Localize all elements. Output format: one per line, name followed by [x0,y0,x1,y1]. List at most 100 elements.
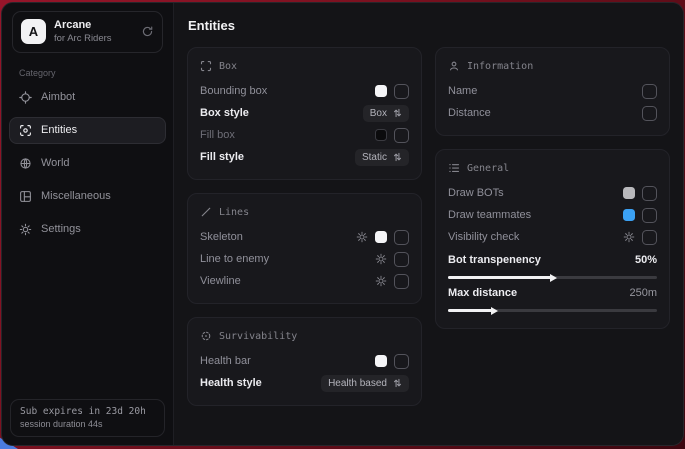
setting-label: Skeleton [200,231,243,243]
color-swatch[interactable] [375,355,387,367]
row-distance: Distance [448,102,657,124]
checkbox[interactable] [642,84,657,99]
checkbox[interactable] [394,252,409,267]
card-lines: Lines Skeleton [187,193,422,304]
setting-label: Fill box [200,129,235,141]
setting-label: Bounding box [200,85,267,97]
checkbox[interactable] [394,230,409,245]
row-fill-box: Fill box [200,124,409,146]
setting-label: Name [448,85,477,97]
row-health-style: Health style Health based [200,372,409,394]
checkbox[interactable] [642,230,657,245]
slider-fill [448,276,553,279]
setting-label: Distance [448,107,491,119]
page-title: Entities [188,18,670,33]
brand-subtitle: for Arc Riders [54,33,112,45]
sidebar-item-label: Settings [41,223,81,235]
sidebar-item-world[interactable]: World [9,150,166,177]
dropdown-value: Box [370,108,387,119]
dashed-circle-icon [200,330,212,342]
sidebar: A Arcane for Arc Riders Category [2,3,174,445]
card-title: Survivability [219,331,297,342]
row-draw-bots: Draw BOTs [448,182,657,204]
setting-label: Health style [200,377,262,389]
checkbox[interactable] [394,354,409,369]
sidebar-item-label: Entities [41,124,77,136]
bot-transparency-setting: Bot transpenency 50% [448,251,657,279]
row-viewline: Viewline [200,270,409,292]
brackets-icon [200,60,212,72]
updown-arrows-icon [393,108,402,118]
color-swatch[interactable] [375,129,387,141]
fill-style-dropdown[interactable]: Static [355,149,409,166]
gear-icon[interactable] [356,231,368,243]
row-visibility-check: Visibility check [448,226,657,248]
gear-icon [19,223,32,236]
main-content: Entities Box [174,3,683,445]
card-title: General [467,163,509,174]
checkbox[interactable] [394,274,409,289]
sidebar-item-label: World [41,157,70,169]
checkbox[interactable] [642,186,657,201]
brand-text: Arcane for Arc Riders [54,19,112,45]
setting-label: Bot transpenency [448,254,541,266]
max-distance-slider[interactable] [448,309,657,312]
sidebar-item-entities[interactable]: Entities [9,117,166,144]
setting-label: Health bar [200,355,251,367]
row-bounding-box: Bounding box [200,80,409,102]
sidebar-nav: Aimbot Entities [2,81,173,246]
card-title: Information [467,61,533,72]
list-icon [448,162,460,174]
line-icon [200,206,212,218]
crosshair-icon [19,91,32,104]
dropdown-value: Static [362,152,387,163]
sidebar-item-label: Miscellaneous [41,190,111,202]
checkbox[interactable] [642,208,657,223]
bot-transparency-slider[interactable] [448,276,657,279]
row-line-to-enemy: Line to enemy [200,248,409,270]
sidebar-item-miscellaneous[interactable]: Miscellaneous [9,183,166,210]
color-swatch[interactable] [375,231,387,243]
category-label: Category [19,68,173,78]
card-box: Box Bounding box Box style [187,47,422,180]
scan-icon [19,124,32,137]
setting-label: Draw teammates [448,209,531,221]
layout-icon [19,190,32,203]
updown-arrows-icon [393,152,402,162]
session-duration: session duration 44s [20,419,155,429]
setting-label: Draw BOTs [448,187,504,199]
health-style-dropdown[interactable]: Health based [321,375,409,392]
card-title: Box [219,61,237,72]
box-style-dropdown[interactable]: Box [363,105,409,122]
subscription-card: Sub expires in 23d 20h session duration … [10,399,165,437]
dropdown-value: Health based [328,378,387,389]
setting-label: Line to enemy [200,253,269,265]
max-distance-setting: Max distance 250m [448,284,657,312]
sidebar-item-label: Aimbot [41,91,75,103]
gear-icon[interactable] [375,275,387,287]
color-swatch[interactable] [623,209,635,221]
updown-arrows-icon [393,378,402,388]
setting-label: Fill style [200,151,244,163]
color-swatch[interactable] [623,187,635,199]
refresh-icon[interactable] [141,25,154,38]
checkbox[interactable] [394,128,409,143]
sidebar-item-settings[interactable]: Settings [9,216,166,243]
card-general: General Draw BOTs Draw teammates [435,149,670,329]
setting-label: Visibility check [448,231,519,243]
setting-label: Max distance [448,287,517,299]
row-name: Name [448,80,657,102]
gear-icon[interactable] [375,253,387,265]
checkbox[interactable] [642,106,657,121]
card-title: Lines [219,207,249,218]
brand-logo: A [21,19,46,44]
card-survivability: Survivability Health bar Health style [187,317,422,406]
card-information: Information Name Distance [435,47,670,136]
checkbox[interactable] [394,84,409,99]
brand-card: A Arcane for Arc Riders [12,11,163,53]
gear-icon[interactable] [623,231,635,243]
color-swatch[interactable] [375,85,387,97]
sidebar-item-aimbot[interactable]: Aimbot [9,84,166,111]
slider-value: 250m [629,287,657,299]
slider-fill [448,309,494,312]
